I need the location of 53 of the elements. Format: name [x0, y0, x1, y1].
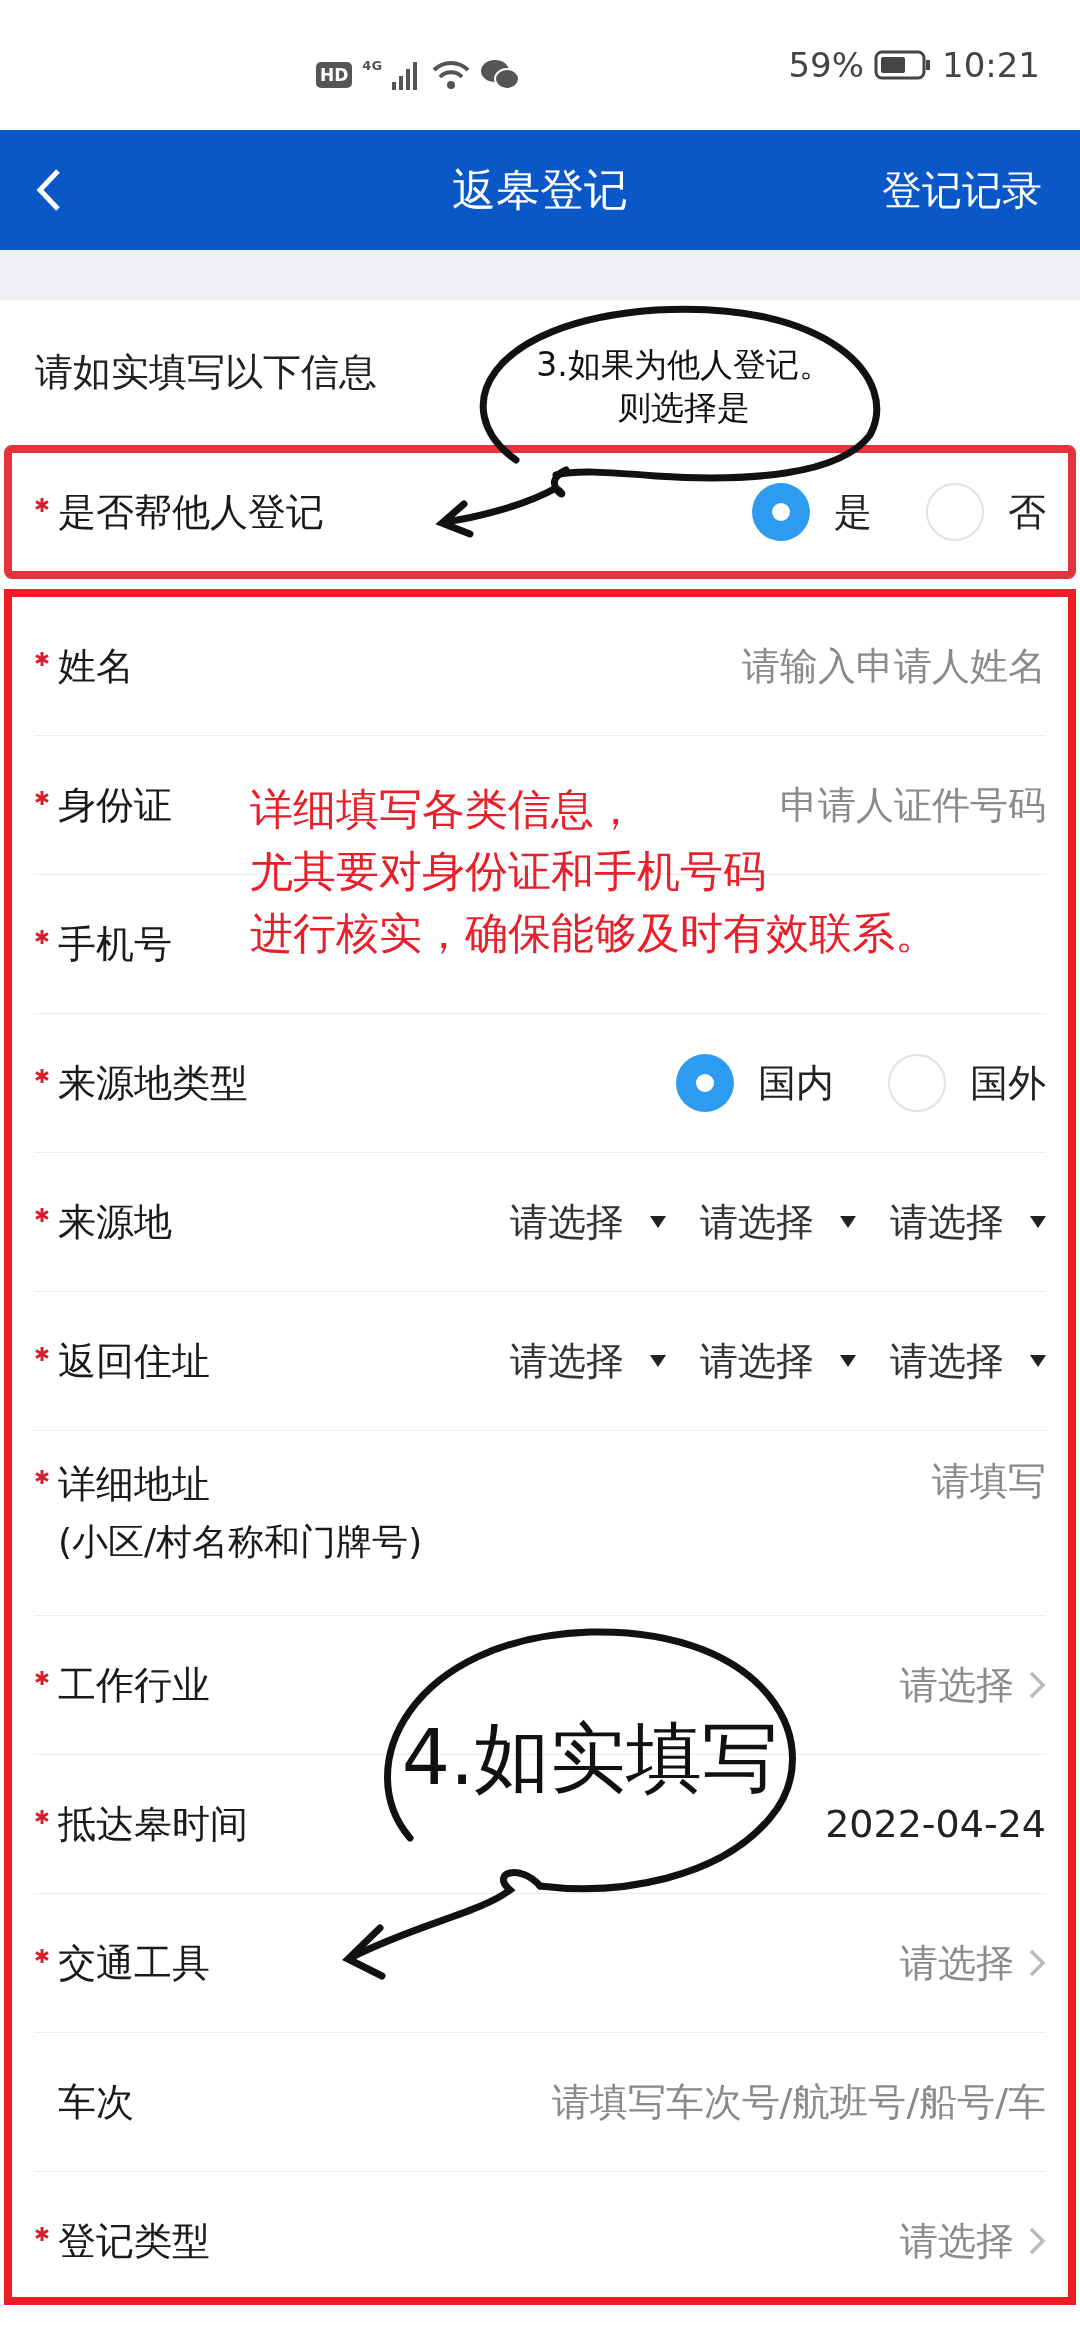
clock-time: 10:21	[942, 45, 1040, 85]
dropdown-triangle-icon	[840, 1355, 856, 1367]
select-dropdown[interactable]: 请选择	[700, 1335, 856, 1387]
records-link[interactable]: 登记记录	[874, 162, 1050, 218]
field-label: 详细地址	[58, 1461, 211, 1508]
field-label: 手机号	[58, 920, 172, 968]
annotation-text: 尤其要对身份证和手机号码	[250, 845, 766, 898]
intro-text: 请如实填写以下信息	[35, 349, 377, 396]
radio-option[interactable]: 是	[712, 483, 872, 541]
annotation-text: 则选择是	[618, 386, 750, 429]
dropdown-triangle-icon	[1030, 1355, 1046, 1367]
select-dropdown[interactable]: 请选择	[890, 1335, 1046, 1387]
dropdown-triangle-icon	[1030, 1216, 1046, 1228]
text-input[interactable]: 请填写车次号/航班号/船号/车	[453, 2080, 1046, 2124]
hd-badge: HD	[316, 62, 353, 88]
date-value[interactable]: 2022-04-24	[825, 1802, 1046, 1846]
dropdown-triangle-icon	[840, 1216, 856, 1228]
field-label: 登记类型	[58, 2217, 210, 2265]
field-label: 抵达皋时间	[58, 1800, 248, 1848]
select-dropdown[interactable]: 请选择	[890, 1196, 1046, 1248]
chevron-right-icon	[1028, 2226, 1046, 2256]
radio-option[interactable]: 国外	[848, 1054, 1046, 1112]
radio-option[interactable]: 国内	[636, 1054, 834, 1112]
radio-option[interactable]: 否	[886, 483, 1046, 541]
field-sublabel: (小区/村名称和门牌号)	[58, 1520, 423, 1564]
field-label: 是否帮他人登记	[58, 488, 324, 536]
annotation-text: 3.如果为他人登记。	[536, 344, 832, 386]
text-input[interactable]: 申请人证件号码	[763, 783, 1046, 827]
field-label: 来源地类型	[58, 1059, 248, 1107]
field-label: 来源地	[58, 1198, 172, 1246]
text-input[interactable]: 请输入申请人姓名	[724, 644, 1046, 688]
chevron-right-icon	[1028, 1670, 1046, 1700]
dropdown-triangle-icon	[650, 1355, 666, 1367]
network-label: 4G	[362, 58, 383, 73]
battery-icon	[874, 50, 932, 80]
page-title: 返皋登记	[452, 163, 628, 215]
field-label: 身份证	[58, 781, 172, 829]
field-label: 姓名	[58, 642, 134, 690]
chevron-right-icon	[1028, 1948, 1046, 1978]
field-label: 车次	[58, 2078, 134, 2126]
dropdown-triangle-icon	[650, 1216, 666, 1228]
wifi-icon	[432, 59, 471, 91]
field-label: 工作行业	[58, 1661, 210, 1709]
text-input[interactable]: 请填写	[918, 1459, 1046, 1503]
select-dropdown[interactable]: 请选择	[510, 1335, 666, 1387]
select-dropdown[interactable]: 请选择	[700, 1196, 856, 1248]
annotation-text: 详细填写各类信息，	[250, 783, 637, 836]
field-label: 交通工具	[58, 1939, 210, 1987]
annotation-text: 进行核实，确保能够及时有效联系。	[250, 907, 938, 960]
field-label: 返回住址	[58, 1337, 210, 1385]
battery-percent: 59%	[788, 45, 864, 85]
select-dropdown[interactable]: 请选择	[510, 1196, 666, 1248]
annotation-text: 4.如实填写	[401, 1711, 779, 1804]
